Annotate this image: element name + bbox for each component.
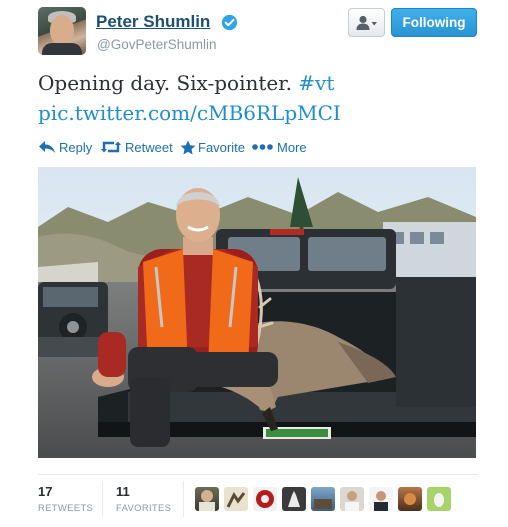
favoriter-avatar-image	[199, 490, 215, 511]
following-button[interactable]: Following	[391, 8, 477, 37]
retweet-label: Retweet	[125, 140, 173, 155]
favorite-label: Favorite	[198, 140, 245, 155]
favoriter-avatar[interactable]	[311, 487, 335, 511]
retweets-count[interactable]: 17	[38, 484, 52, 499]
tweet-stats: 17 RETWEETS 11 FAVORITES	[38, 474, 478, 527]
favorites-label[interactable]: FAVORITES	[116, 503, 171, 514]
favoriter-avatar[interactable]	[398, 487, 422, 511]
favorites-count[interactable]: 11	[116, 484, 130, 499]
favoriter-avatar[interactable]	[282, 487, 306, 511]
avatar-face	[50, 15, 74, 45]
favoriter-avatar-image	[256, 490, 274, 508]
user-dropdown-icon	[356, 15, 377, 30]
user-avatar[interactable]	[38, 7, 86, 55]
photo-illustration	[38, 167, 476, 458]
tweet-text: Opening day. Six-pointer. #vt pic.twitte…	[38, 68, 478, 128]
hashtag-link[interactable]: #vt	[298, 71, 334, 95]
user-handle[interactable]: @GovPeterShumlin	[97, 37, 217, 52]
user-actions-button[interactable]	[348, 8, 385, 37]
favoriter-avatar-image	[288, 491, 300, 507]
retweets-label[interactable]: RETWEETS	[38, 503, 93, 514]
stats-divider	[102, 481, 103, 517]
favoriter-avatar-image	[404, 493, 416, 505]
stats-divider	[183, 481, 184, 517]
egg-avatar-icon	[434, 493, 444, 507]
avatar-shirt	[42, 43, 82, 55]
favoriter-avatar[interactable]	[253, 487, 277, 511]
favoriter-avatar[interactable]	[427, 487, 451, 511]
more-label: More	[277, 140, 307, 155]
verified-badge-icon	[221, 14, 238, 31]
favoriter-avatar[interactable]	[340, 487, 364, 511]
favoriter-avatar-image	[374, 491, 388, 511]
favoriter-avatar[interactable]	[195, 487, 219, 511]
tweet-photo[interactable]	[38, 167, 476, 458]
retweet-icon	[101, 141, 121, 153]
favoriter-avatar-image	[314, 499, 332, 509]
reply-icon	[39, 141, 55, 153]
reply-label: Reply	[59, 140, 93, 155]
more-dots-icon	[252, 144, 273, 150]
star-icon	[180, 140, 196, 155]
user-name[interactable]: Peter Shumlin	[96, 12, 210, 32]
favoriter-avatar[interactable]	[369, 487, 393, 511]
favoriter-avatar-image	[345, 491, 359, 511]
favoriter-avatar-image	[226, 492, 246, 508]
tweet-body: Opening day. Six-pointer.	[38, 71, 292, 95]
pic-link[interactable]: pic.twitter.com/cMB6RLpMCI	[38, 101, 341, 125]
favoriter-avatar[interactable]	[224, 487, 248, 511]
